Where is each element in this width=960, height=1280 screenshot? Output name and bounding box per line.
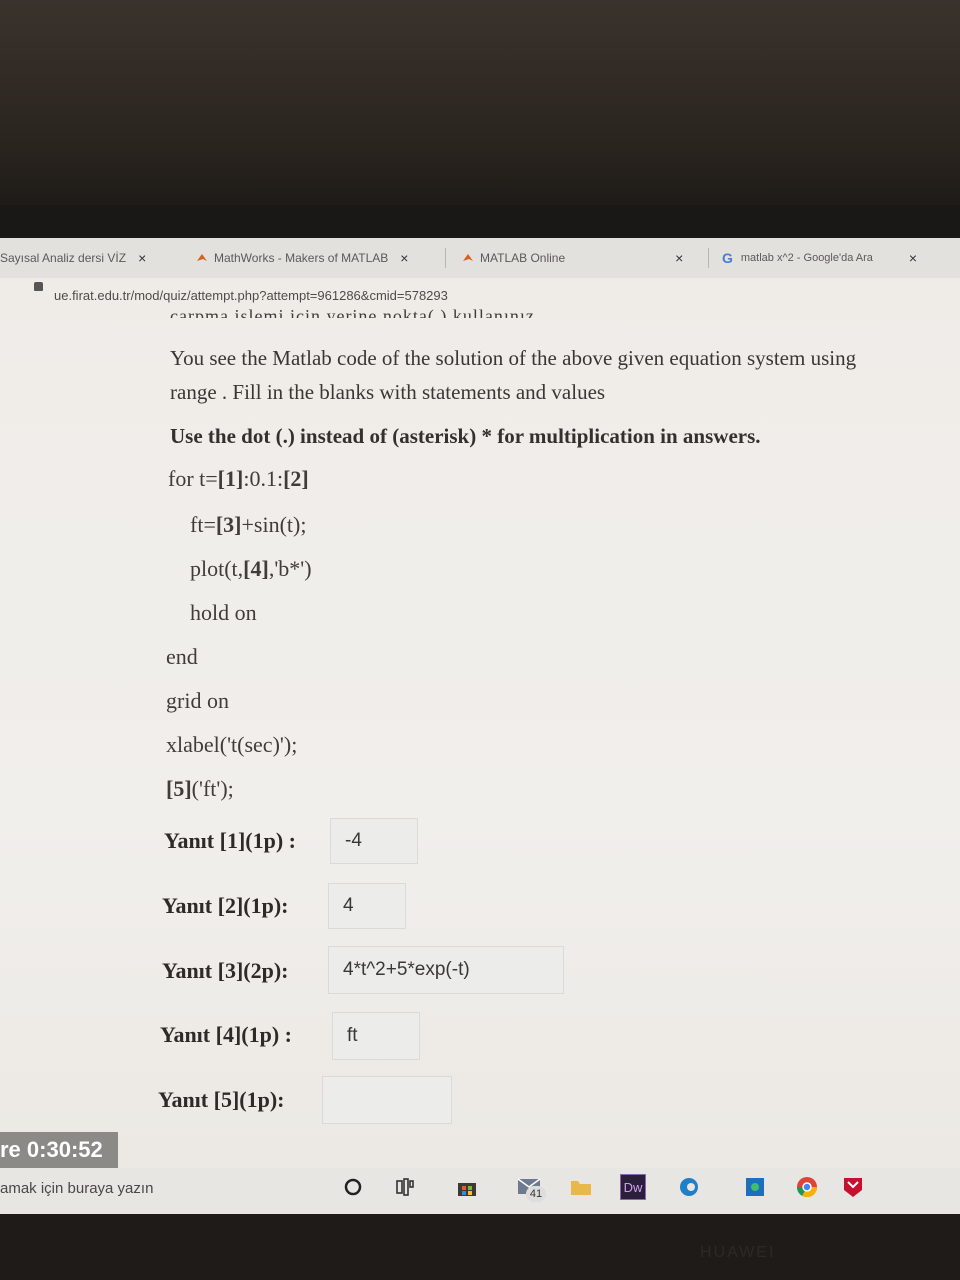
code-line-for: for t=[1]:0.1:[2] <box>168 466 309 492</box>
google-icon: G <box>722 250 733 266</box>
code-text: ,'b*') <box>268 556 312 581</box>
tab-mathworks[interactable]: MathWorks - Makers of MATLAB × <box>196 246 408 270</box>
answer-5-input[interactable] <box>322 1076 452 1124</box>
tab-label: matlab x^2 - Google'da Ara <box>740 252 873 264</box>
quiz-timer: re 0:30:52 <box>0 1132 118 1168</box>
code-line-blank5: [5]('ft'); <box>166 776 234 802</box>
tab-quiz[interactable]: Sayısal Analiz dersi VİZ × <box>0 246 146 270</box>
answer-2-input[interactable]: 4 <box>328 883 406 929</box>
matlab-logo-icon <box>197 254 207 261</box>
close-icon[interactable]: × <box>675 250 683 266</box>
matlab-logo-icon <box>463 254 473 261</box>
close-icon[interactable]: × <box>909 250 917 266</box>
answer-4-label: Yanıt [4](1p) : <box>160 1022 292 1047</box>
background-wall <box>0 0 960 210</box>
close-icon[interactable]: × <box>138 250 146 266</box>
lock-icon <box>34 282 43 291</box>
chrome-icon[interactable] <box>794 1174 820 1200</box>
code-text: for t= <box>168 466 218 491</box>
mail-badge: 41 <box>526 1186 546 1202</box>
code-text: ft= <box>190 512 216 537</box>
taskbar-search[interactable]: amak için buraya yazın <box>0 1180 153 1197</box>
monitor-brand-logo: HUAWEI <box>700 1244 776 1261</box>
code-text: plot(t, <box>190 556 244 581</box>
answer-4-input[interactable]: ft <box>332 1012 420 1060</box>
answer-3-input[interactable]: 4*t^2+5*exp(-t) <box>328 946 564 994</box>
tab-divider <box>445 248 446 268</box>
tab-label: MathWorks - Makers of MATLAB <box>214 251 389 265</box>
tab-label: MATLAB Online <box>480 251 566 265</box>
task-view-icon[interactable] <box>392 1174 418 1200</box>
store-icon[interactable] <box>454 1174 480 1200</box>
code-line-grid: grid on <box>166 688 229 713</box>
monitor-bottom-bezel <box>0 1214 960 1280</box>
question-intro-line-2: range . Fill in the blanks with statemen… <box>170 380 606 404</box>
tab-divider <box>708 248 709 268</box>
multiplication-note: Use the dot (.) instead of (asterisk) * … <box>170 424 761 448</box>
mcafee-icon[interactable] <box>840 1174 866 1200</box>
code-line-xlabel: xlabel('t(sec)'); <box>166 732 298 757</box>
cortana-icon[interactable] <box>340 1174 366 1200</box>
question-intro-line-1: You see the Matlab code of the solution … <box>170 346 857 370</box>
tab-label: Sayısal Analiz dersi VİZ <box>0 251 127 265</box>
answer-5-label: Yanıt [5](1p): <box>158 1087 285 1112</box>
cut-off-instruction: çarpma işlemi için yerine nokta(.) kulla… <box>170 306 541 318</box>
answer-3-label: Yanıt [3](2p): <box>162 958 289 983</box>
edge-icon[interactable] <box>676 1174 702 1200</box>
address-bar[interactable]: ue.firat.edu.tr/mod/quiz/attempt.php?att… <box>54 288 448 303</box>
file-explorer-icon[interactable] <box>568 1174 594 1200</box>
code-text: ('ft'); <box>191 776 234 801</box>
code-line-end: end <box>166 644 198 669</box>
photos-icon[interactable] <box>742 1174 768 1200</box>
blank-4-marker: [4] <box>243 556 269 581</box>
tab-google[interactable]: G matlab x^2 - Google'da Ara × <box>722 246 917 270</box>
code-text: :0.1: <box>243 466 284 491</box>
blank-3-marker: [3] <box>215 512 242 537</box>
code-line-ft: ft=[3]+sin(t); <box>190 512 306 538</box>
blank-2-marker: [2] <box>283 466 309 491</box>
code-text: +sin(t); <box>241 512 307 537</box>
answer-1-label: Yanıt [1](1p) : <box>164 828 296 853</box>
code-line-plot: plot(t,[4],'b*') <box>190 556 312 582</box>
blank-1-marker: [1] <box>217 466 244 491</box>
code-line-hold: hold on <box>190 600 257 625</box>
dreamweaver-icon[interactable]: Dw <box>620 1174 646 1200</box>
close-icon[interactable]: × <box>400 250 408 266</box>
answer-2-label: Yanıt [2](1p): <box>162 893 289 918</box>
blank-5-marker: [5] <box>166 776 192 801</box>
answer-1-input[interactable]: -4 <box>330 818 418 864</box>
tab-matlab-online[interactable]: MATLAB Online × <box>462 246 683 270</box>
